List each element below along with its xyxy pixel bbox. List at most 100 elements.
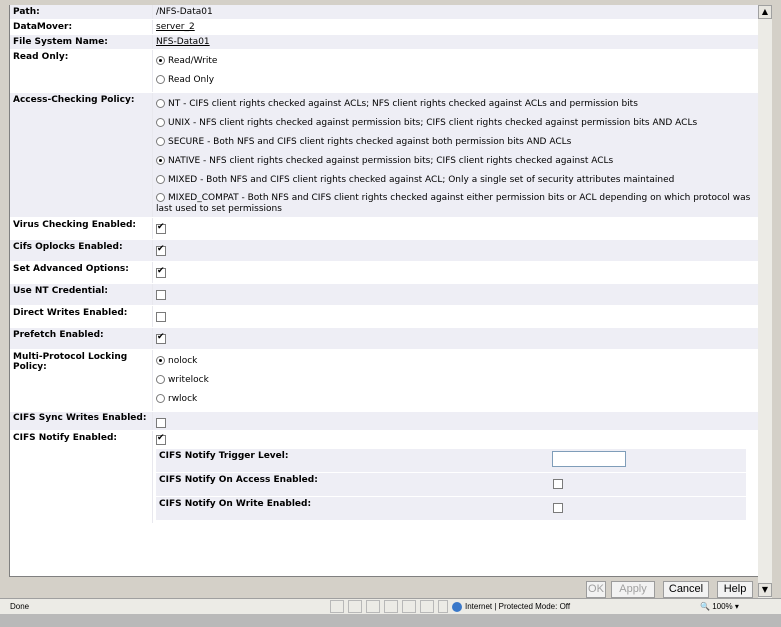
- radio-nt[interactable]: [156, 99, 165, 108]
- globe-icon: [452, 602, 462, 612]
- access-option-secure[interactable]: SECURE - Both NFS and CIFS client rights…: [156, 133, 755, 152]
- radio-mixed-compat[interactable]: [156, 193, 165, 202]
- locking-option-writelock[interactable]: writelock: [156, 371, 755, 390]
- access-label: Access-Checking Policy:: [10, 92, 153, 218]
- prefetch-checkbox[interactable]: [156, 332, 166, 344]
- readonly-label: Read Only:: [10, 49, 153, 93]
- row-notify-trigger: CIFS Notify Trigger Level:: [156, 449, 746, 473]
- radio-native[interactable]: [156, 156, 165, 165]
- syncwrites-checkbox[interactable]: [156, 418, 166, 428]
- notify-access-checkbox[interactable]: [553, 479, 563, 489]
- option-label: Read/Write: [168, 56, 218, 66]
- option-label: nolock: [168, 356, 198, 366]
- radio-writelock[interactable]: [156, 375, 165, 384]
- row-notify-write: CIFS Notify On Write Enabled:: [156, 496, 746, 521]
- access-option-mixed-compat[interactable]: MIXED_COMPAT - Both NFS and CIFS client …: [156, 190, 755, 215]
- ok-button[interactable]: OK: [586, 581, 606, 598]
- notify-write-label: CIFS Notify On Write Enabled:: [156, 496, 550, 521]
- status-segment: [402, 600, 416, 613]
- notify-trigger-label: CIFS Notify Trigger Level:: [156, 449, 550, 473]
- path-value: /NFS-Data01: [152, 5, 758, 20]
- zoom-control[interactable]: 🔍 100% ▾: [700, 602, 739, 611]
- datamover-link[interactable]: server_2: [156, 22, 195, 32]
- locking-option-rwlock[interactable]: rwlock: [156, 390, 755, 409]
- status-text: Done: [10, 602, 30, 611]
- scroll-up-arrow-icon[interactable]: ▲: [758, 5, 772, 19]
- virus-label: Virus Checking Enabled:: [10, 217, 153, 240]
- oplocks-label: Cifs Oplocks Enabled:: [10, 239, 153, 262]
- status-segment: [420, 600, 434, 613]
- row-datamover: DataMover: server_2: [10, 19, 758, 35]
- properties-table: Path: /NFS-Data01 DataMover: server_2 Fi…: [10, 5, 758, 524]
- access-option-unix[interactable]: UNIX - NFS client rights checked against…: [156, 114, 755, 133]
- row-direct: Direct Writes Enabled:: [10, 305, 758, 328]
- advanced-checkbox[interactable]: [156, 266, 166, 278]
- row-locking: Multi-Protocol Locking Policy: nolock wr…: [10, 349, 758, 412]
- row-notify: CIFS Notify Enabled: CIFS Notify Trigger…: [10, 430, 758, 524]
- readonly-option-ro[interactable]: Read Only: [156, 71, 755, 90]
- datamover-label: DataMover:: [10, 19, 153, 35]
- path-label: Path:: [10, 5, 153, 20]
- zoom-level: 100%: [712, 602, 733, 611]
- notify-trigger-input[interactable]: [552, 451, 626, 467]
- row-oplocks: Cifs Oplocks Enabled:: [10, 239, 758, 262]
- advanced-label: Set Advanced Options:: [10, 261, 153, 284]
- direct-label: Direct Writes Enabled:: [10, 305, 153, 328]
- option-label: UNIX - NFS client rights checked against…: [168, 118, 698, 128]
- radio-mixed[interactable]: [156, 175, 165, 184]
- radio-rwlock[interactable]: [156, 394, 165, 403]
- status-bar: Done Internet | Protected Mode: Off 🔍 10…: [0, 598, 781, 615]
- notify-label: CIFS Notify Enabled:: [10, 430, 153, 524]
- virus-checkbox[interactable]: [156, 222, 166, 234]
- locking-option-nolock[interactable]: nolock: [156, 352, 755, 371]
- apply-button[interactable]: Apply: [611, 581, 655, 598]
- access-option-native[interactable]: NATIVE - NFS client rights checked again…: [156, 152, 755, 171]
- oplocks-checkbox[interactable]: [156, 244, 166, 256]
- status-segment: [438, 600, 448, 613]
- fsname-label: File System Name:: [10, 34, 153, 50]
- row-path: Path: /NFS-Data01: [10, 5, 758, 20]
- prefetch-label: Prefetch Enabled:: [10, 327, 153, 350]
- radio-nolock[interactable]: [156, 356, 165, 365]
- row-notify-access: CIFS Notify On Access Enabled:: [156, 472, 746, 497]
- row-advanced: Set Advanced Options:: [10, 261, 758, 284]
- radio-read-only[interactable]: [156, 75, 165, 84]
- option-label: rwlock: [168, 394, 198, 404]
- zone-text: Internet | Protected Mode: Off: [465, 602, 571, 612]
- row-access: Access-Checking Policy: NT - CIFS client…: [10, 92, 758, 218]
- fsname-link[interactable]: NFS-Data01: [156, 37, 210, 47]
- option-label: NT - CIFS client rights checked against …: [168, 99, 638, 109]
- option-label: MIXED - Both NFS and CIFS client rights …: [168, 175, 675, 185]
- row-syncwrites: CIFS Sync Writes Enabled:: [10, 411, 758, 431]
- radio-read-write[interactable]: [156, 56, 165, 65]
- notify-access-label: CIFS Notify On Access Enabled:: [156, 472, 550, 497]
- content-divider: [9, 576, 758, 577]
- option-label: writelock: [168, 375, 209, 385]
- access-option-nt[interactable]: NT - CIFS client rights checked against …: [156, 95, 755, 114]
- notify-checkbox[interactable]: [156, 433, 166, 445]
- radio-unix[interactable]: [156, 118, 165, 127]
- cancel-button[interactable]: Cancel: [663, 581, 709, 598]
- security-zone[interactable]: Internet | Protected Mode: Off: [452, 602, 570, 612]
- locking-label: Multi-Protocol Locking Policy:: [10, 349, 153, 412]
- syncwrites-label: CIFS Sync Writes Enabled:: [10, 411, 153, 431]
- taskbar-strip: [0, 614, 781, 627]
- row-virus: Virus Checking Enabled:: [10, 217, 758, 240]
- status-segment: [330, 600, 344, 613]
- direct-checkbox[interactable]: [156, 312, 166, 322]
- row-readonly: Read Only: Read/Write Read Only: [10, 49, 758, 93]
- row-fsname: File System Name: NFS-Data01: [10, 34, 758, 50]
- option-label: NATIVE - NFS client rights checked again…: [168, 156, 614, 166]
- option-label: MIXED_COMPAT - Both NFS and CIFS client …: [156, 193, 751, 214]
- vertical-scrollbar[interactable]: ▲ ▼: [758, 5, 772, 598]
- help-button[interactable]: Help: [717, 581, 753, 598]
- readonly-option-rw[interactable]: Read/Write: [156, 52, 755, 71]
- notify-write-checkbox[interactable]: [553, 503, 563, 513]
- radio-secure[interactable]: [156, 137, 165, 146]
- ntcred-checkbox[interactable]: [156, 290, 166, 300]
- option-label: Read Only: [168, 75, 215, 85]
- row-prefetch: Prefetch Enabled:: [10, 327, 758, 350]
- properties-content: Path: /NFS-Data01 DataMover: server_2 Fi…: [9, 5, 758, 576]
- row-ntcred: Use NT Credential:: [10, 283, 758, 306]
- access-option-mixed[interactable]: MIXED - Both NFS and CIFS client rights …: [156, 171, 755, 190]
